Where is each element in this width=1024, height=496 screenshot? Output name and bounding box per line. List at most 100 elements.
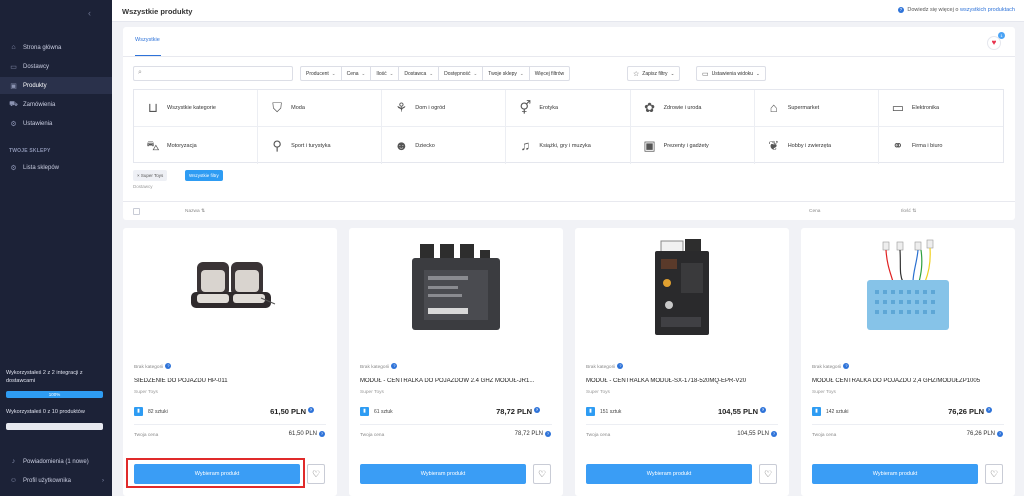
product-card: Brak kategorii? SIEDZENIE DO POJAZDU HP-… <box>123 228 337 496</box>
sidebar-item-notifications[interactable]: ♪ Powiadomienia (1 nowe) <box>0 453 112 470</box>
sidebar-item-products[interactable]: ▣ Produkty <box>0 77 112 94</box>
bar-chart-icon: ▮ <box>586 407 595 416</box>
your-price-value: 61,50 PLN? <box>289 431 325 437</box>
help-icon[interactable]: ? <box>545 431 551 437</box>
help-icon[interactable]: ? <box>319 431 325 437</box>
select-product-button[interactable]: Wybieram produkt <box>360 464 526 484</box>
info-icon: ? <box>897 7 904 13</box>
product-name[interactable]: SIEDZENIE DO POJAZDU HP-011 <box>134 378 326 384</box>
select-product-button[interactable]: Wybieram produkt <box>586 464 752 484</box>
help-icon[interactable]: ? <box>997 431 1003 437</box>
category-fashion[interactable]: ⛉ Moda <box>258 90 383 127</box>
sidebar-item-profile[interactable]: ☺ Profil użytkownika › <box>0 472 112 489</box>
sidebar-item-orders[interactable]: ⛟ Zamówienia <box>0 96 112 113</box>
electronics-icon: ▭ <box>891 100 904 115</box>
favorite-heart-icon[interactable]: ♡ <box>307 464 325 484</box>
sidebar-item-label: Produkty <box>23 82 47 89</box>
help-icon[interactable]: ? <box>986 407 992 413</box>
sidebar-item-settings[interactable]: ⚙ Ustawienia <box>0 115 112 132</box>
chevron-right-icon: › <box>102 477 104 484</box>
product-name[interactable]: MODUŁ - CENTRALKA MODUŁ-SX-1718-520MQ-EP… <box>586 378 778 384</box>
help-icon[interactable]: ? <box>760 407 766 413</box>
category-books-games-music[interactable]: ♫ Książki, gry i muzyka <box>506 127 631 164</box>
product-price: 104,55 PLN? <box>718 407 766 416</box>
column-name[interactable]: Nazwa ⇅ <box>185 209 205 214</box>
price-value: 78,72 PLN <box>496 407 532 416</box>
help-icon[interactable]: ? <box>617 363 624 369</box>
filter-quantity[interactable]: Ilość ⌄ <box>371 67 400 80</box>
category-electronics[interactable]: ▭ Elektronika <box>878 90 1003 127</box>
category-label: Moda <box>291 105 305 111</box>
cart-icon: ⛟ <box>9 101 18 108</box>
category-sport[interactable]: ⚲ Sport i turystyka <box>258 127 383 164</box>
tab-all[interactable]: Wszystkie <box>135 37 160 43</box>
category-all[interactable]: ⊔ Wszystkie kategorie <box>134 90 259 127</box>
your-price-value: 78,72 PLN? <box>515 431 551 437</box>
category-label: Erotyka <box>539 105 559 111</box>
search-input[interactable] <box>147 69 287 78</box>
favorite-heart-icon[interactable]: ♡ <box>985 464 1003 484</box>
sidebar-item-suppliers[interactable]: ▭ Dostawcy <box>0 58 112 75</box>
category-hobby-pets[interactable]: ❦ Hobby i zwierzęta <box>755 127 879 164</box>
category-label: Sport i turystyka <box>291 142 331 149</box>
all-filters-chip[interactable]: Wszystkie filtry <box>185 170 223 181</box>
help-icon[interactable]: ? <box>771 431 777 437</box>
help-icon[interactable]: ? <box>391 363 398 369</box>
your-price-label: Twoja cena <box>586 433 611 438</box>
product-name[interactable]: MODUŁ - CENTRALKA DO POJAZDÓW 2.4 GHZ MO… <box>360 378 552 384</box>
category-erotica[interactable]: ⚥ Erotyka <box>506 90 631 127</box>
sidebar-item-label: Powiadomienia (1 nowe) <box>23 458 89 465</box>
select-product-button[interactable]: Wybieram produkt <box>812 464 978 484</box>
filter-supplier[interactable]: Dostawca ⌄ <box>399 67 440 80</box>
select-product-button[interactable]: Wybieram produkt <box>134 464 300 484</box>
product-card: Brak kategorii? MODUŁ - CENTRALKA MODUŁ-… <box>575 228 789 496</box>
help-link[interactable]: wszystkich produktach <box>960 7 1015 13</box>
category-health-beauty[interactable]: ✿ Zdrowie i uroda <box>630 90 755 127</box>
divider <box>123 56 1015 57</box>
category-supermarket[interactable]: ⌂ Supermarket <box>754 90 879 127</box>
column-price[interactable]: Cena <box>809 209 820 214</box>
basket-icon: ⊔ <box>147 100 159 115</box>
category-home-garden[interactable]: ⚘ Dom i ogród <box>382 90 507 127</box>
help-icon[interactable]: ? <box>534 407 540 413</box>
favorite-heart-icon[interactable]: ♡ <box>533 464 551 484</box>
help-icon[interactable]: ? <box>165 363 172 369</box>
favorite-heart-icon[interactable]: ♡ <box>759 464 777 484</box>
search-icon: ⌕ <box>138 69 142 76</box>
filter-availability[interactable]: Dostępność ⌄ <box>439 67 484 80</box>
active-filter-chip-store[interactable]: × Super Toys <box>133 170 168 181</box>
sidebar-item-home[interactable]: ⌂ Strona główna <box>0 39 112 56</box>
category-automotive[interactable]: ⛍ Motoryzacja <box>134 127 259 164</box>
select-all-checkbox[interactable] <box>133 208 140 215</box>
your-price-text: 104,55 PLN <box>737 431 769 437</box>
filter-more[interactable]: Więcej filtrów <box>530 67 569 80</box>
sidebar-item-label: Strona główna <box>23 44 62 51</box>
view-settings-button[interactable]: ▭ Ustawienia widoku ⌄ <box>696 66 766 81</box>
chevron-down-icon: ⌄ <box>473 70 478 76</box>
filter-your-stores[interactable]: Twoje sklepy ⌄ <box>483 67 530 80</box>
column-qty[interactable]: Ilość ⇅ <box>901 209 916 214</box>
product-image[interactable] <box>123 228 337 348</box>
help-icon[interactable]: ? <box>308 407 314 413</box>
chevron-down-icon: ⌄ <box>361 70 366 76</box>
stock-count: 142 sztuki <box>826 409 849 415</box>
filter-producer[interactable]: Producent ⌄ <box>301 67 342 80</box>
category-gifts[interactable]: ▣ Prezenty i gadżety <box>631 127 755 164</box>
gift-icon: ▣ <box>643 137 656 153</box>
category-label: Hobby i zwierzęta <box>787 142 832 149</box>
save-filters-button[interactable]: ☆ Zapisz filtry ⌄ <box>627 66 681 81</box>
product-image[interactable] <box>575 228 789 348</box>
product-image[interactable] <box>349 228 563 348</box>
category-label: Wszystkie kategorie <box>167 105 216 111</box>
collapse-sidebar-icon[interactable]: ‹ <box>88 8 91 18</box>
butterfly-icon: ❦ <box>768 137 780 153</box>
product-name[interactable]: MODUŁ CENTRALKA DO POJAZDU 2,4 GHZ/MODUŁ… <box>812 378 1004 384</box>
filter-label: Dostępność <box>444 70 471 77</box>
help-icon[interactable]: ? <box>843 363 850 369</box>
sidebar-item-store-list[interactable]: ⚙ Lista sklepów <box>0 159 112 176</box>
product-image[interactable] <box>801 228 1015 348</box>
filter-price[interactable]: Cena ⌄ <box>342 67 372 80</box>
category-business-office[interactable]: ⚭ Firma i biuro <box>879 127 1003 164</box>
category-child[interactable]: ☻ Dziecko <box>382 127 507 164</box>
product-stock-row: ▮ 82 sztuki 61,50 PLN? <box>134 406 326 421</box>
